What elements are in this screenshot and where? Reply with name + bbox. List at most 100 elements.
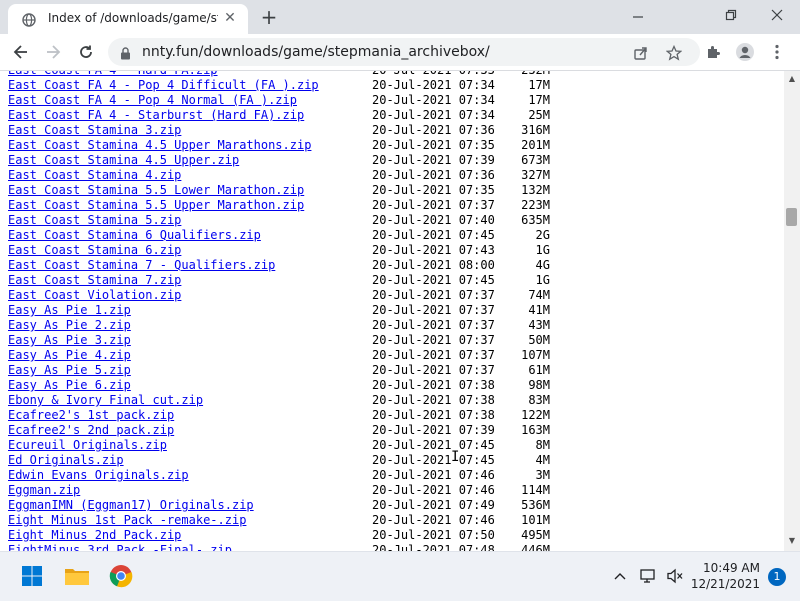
notification-badge[interactable]: 1 (768, 568, 786, 586)
extensions-puzzle-icon[interactable] (700, 39, 726, 65)
close-window-button[interactable] (754, 0, 800, 30)
back-button[interactable] (8, 39, 34, 65)
network-icon[interactable] (634, 562, 662, 590)
restore-button[interactable] (708, 0, 754, 30)
file-size: 122M (521, 408, 550, 422)
file-link[interactable]: Ebony & Ivory Final cut.zip (8, 393, 203, 407)
file-link[interactable]: East Coast Stamina 6 Qualifiers.zip (8, 228, 261, 242)
file-name-cell: East Coast Stamina 4.5 Upper Marathons.z… (8, 138, 372, 153)
file-link[interactable]: Ecafree2's 1st pack.zip (8, 408, 174, 422)
file-link[interactable]: Easy As Pie 3.zip (8, 333, 131, 347)
file-link[interactable]: East Coast Stamina 6.zip (8, 243, 181, 257)
forward-button[interactable] (40, 39, 66, 65)
system-clock[interactable]: 10:49 AM 12/21/2021 (691, 560, 760, 592)
share-icon[interactable] (632, 44, 650, 62)
file-link[interactable]: East Coast Stamina 5.5 Upper Marathon.zi… (8, 198, 304, 212)
file-size: 327M (521, 168, 550, 182)
file-link[interactable]: Ed Originals.zip (8, 453, 124, 467)
scroll-down-arrow-icon[interactable]: ▼ (788, 537, 796, 545)
file-link[interactable]: Easy As Pie 6.zip (8, 378, 131, 392)
file-link[interactable]: Easy As Pie 2.zip (8, 318, 131, 332)
file-date: 20-Jul-2021 07:45 (372, 228, 495, 242)
file-name-cell: Ed Originals.zip (8, 453, 372, 468)
table-row: East Coast FA 4 - Pop 4 Normal (FA ).zip… (8, 93, 550, 108)
file-link[interactable]: East Coast Stamina 5.zip (8, 213, 181, 227)
file-link[interactable]: Eggman.zip (8, 483, 80, 497)
file-date: 20-Jul-2021 07:35 (372, 138, 495, 152)
file-link[interactable]: Ecafree2's 2nd pack.zip (8, 423, 174, 437)
file-date: 20-Jul-2021 07:43 (372, 243, 495, 257)
table-row: East Coast Stamina 5.5 Lower Marathon.zi… (8, 183, 550, 198)
file-name-cell: Eight Minus 1st Pack -remake-.zip (8, 513, 372, 528)
file-link[interactable]: East Coast FA 4 - Pop 4 Difficult (FA ).… (8, 78, 319, 92)
file-date: 20-Jul-2021 07:38 (372, 393, 495, 407)
menu-kebab-icon[interactable] (764, 39, 790, 65)
file-size: 4M (535, 453, 550, 467)
scroll-thumb[interactable] (786, 208, 797, 226)
file-link[interactable]: Easy As Pie 5.zip (8, 363, 131, 377)
file-link[interactable]: EightMinus 3rd Pack -Final-.zip (8, 543, 232, 551)
file-link[interactable]: East Coast Stamina 3.zip (8, 123, 181, 137)
file-name-cell: Easy As Pie 3.zip (8, 333, 372, 348)
file-link[interactable]: East Coast Stamina 7.zip (8, 273, 181, 287)
file-date: 20-Jul-2021 07:37 (372, 363, 495, 377)
table-row: Ebony & Ivory Final cut.zip 20-Jul-2021 0… (8, 393, 550, 408)
file-name-cell: East Coast Stamina 5.5 Lower Marathon.zi… (8, 183, 372, 198)
table-row: Easy As Pie 1.zip 20-Jul-2021 07:37 41M (8, 303, 550, 318)
file-name-cell: Easy As Pie 4.zip (8, 348, 372, 363)
file-name-cell: East Coast FA 4 - Pop 4 Difficult (FA ).… (8, 78, 372, 93)
reload-button[interactable] (73, 39, 99, 65)
file-link[interactable]: EggmanIMN (Eggman17) Originals.zip (8, 498, 254, 512)
file-link[interactable]: Easy As Pie 1.zip (8, 303, 131, 317)
url-text[interactable]: nnty.fun/downloads/game/stepmania_archiv… (142, 44, 490, 60)
file-size: 114M (521, 483, 550, 497)
file-link[interactable]: East Coast Stamina 4.5 Upper Marathons.z… (8, 138, 311, 152)
scroll-up-arrow-icon[interactable]: ▲ (788, 75, 796, 83)
file-size: 83M (528, 393, 550, 407)
file-link[interactable]: East Coast FA 4 - Hard FA.zip (8, 71, 218, 77)
file-link[interactable]: East Coast FA 4 - Starburst (Hard FA).zi… (8, 108, 304, 122)
file-link[interactable]: Eight Minus 2nd Pack.zip (8, 528, 181, 542)
chrome-icon[interactable] (107, 562, 135, 590)
file-link[interactable]: East Coast Stamina 4.5 Upper.zip (8, 153, 239, 167)
file-date: 20-Jul-2021 08:00 (372, 258, 495, 272)
profile-avatar-icon[interactable] (732, 39, 758, 65)
file-link[interactable]: Easy As Pie 4.zip (8, 348, 131, 362)
file-date: 20-Jul-2021 07:37 (372, 303, 495, 317)
start-windows-icon[interactable] (18, 562, 46, 590)
file-link[interactable]: East Coast Stamina 4.zip (8, 168, 181, 182)
file-link[interactable]: Ecureuil Originals.zip (8, 438, 167, 452)
file-date: 20-Jul-2021 07:46 (372, 468, 495, 482)
file-link[interactable]: Eight Minus 1st Pack -remake-.zip (8, 513, 246, 527)
table-row: East Coast Stamina 3.zip 20-Jul-2021 07:3… (8, 123, 550, 138)
address-bar[interactable]: nnty.fun/downloads/game/stepmania_archiv… (108, 38, 700, 66)
file-link[interactable]: East Coast Stamina 7 - Qualifiers.zip (8, 258, 275, 272)
file-name-cell: East Coast FA 4 - Pop 4 Normal (FA ).zip (8, 93, 372, 108)
file-link[interactable]: Edwin Evans Originals.zip (8, 468, 189, 482)
text-cursor-icon: I (451, 449, 460, 465)
new-tab-button[interactable]: + (258, 6, 280, 28)
table-row: East Coast Stamina 6.zip 20-Jul-2021 07:4… (8, 243, 550, 258)
minimize-button[interactable] (615, 0, 661, 30)
file-link[interactable]: East Coast FA 4 - Pop 4 Normal (FA ).zip (8, 93, 297, 107)
table-row: Ecureuil Originals.zip 20-Jul-2021 07:45 8… (8, 438, 550, 453)
file-link[interactable]: East Coast Violation.zip (8, 288, 181, 302)
file-name-cell: Ecafree2's 2nd pack.zip (8, 423, 372, 438)
file-explorer-icon[interactable] (63, 562, 91, 590)
table-row: East Coast Stamina 7.zip 20-Jul-2021 07:4… (8, 273, 550, 288)
close-tab-icon[interactable]: ✕ (222, 10, 238, 26)
table-row: Eight Minus 1st Pack -remake-.zip 20-Jul-… (8, 513, 550, 528)
tab-active[interactable]: Index of /downloads/game/stepm ✕ (8, 4, 248, 34)
table-row: Ecafree2's 1st pack.zip 20-Jul-2021 07:38… (8, 408, 550, 423)
vertical-scrollbar[interactable]: ▲ ▼ (784, 71, 800, 551)
bookmark-star-icon[interactable] (665, 44, 683, 62)
chevron-up-icon[interactable] (606, 562, 634, 590)
clock-time: 10:49 AM (703, 561, 760, 575)
lock-icon[interactable] (120, 45, 131, 64)
file-date: 20-Jul-2021 07:37 (372, 198, 495, 212)
volume-muted-icon[interactable] (661, 562, 689, 590)
file-name-cell: Edwin Evans Originals.zip (8, 468, 372, 483)
file-name-cell: Easy As Pie 5.zip (8, 363, 372, 378)
file-link[interactable]: East Coast Stamina 5.5 Lower Marathon.zi… (8, 183, 304, 197)
file-name-cell: East Coast Stamina 5.5 Upper Marathon.zi… (8, 198, 372, 213)
